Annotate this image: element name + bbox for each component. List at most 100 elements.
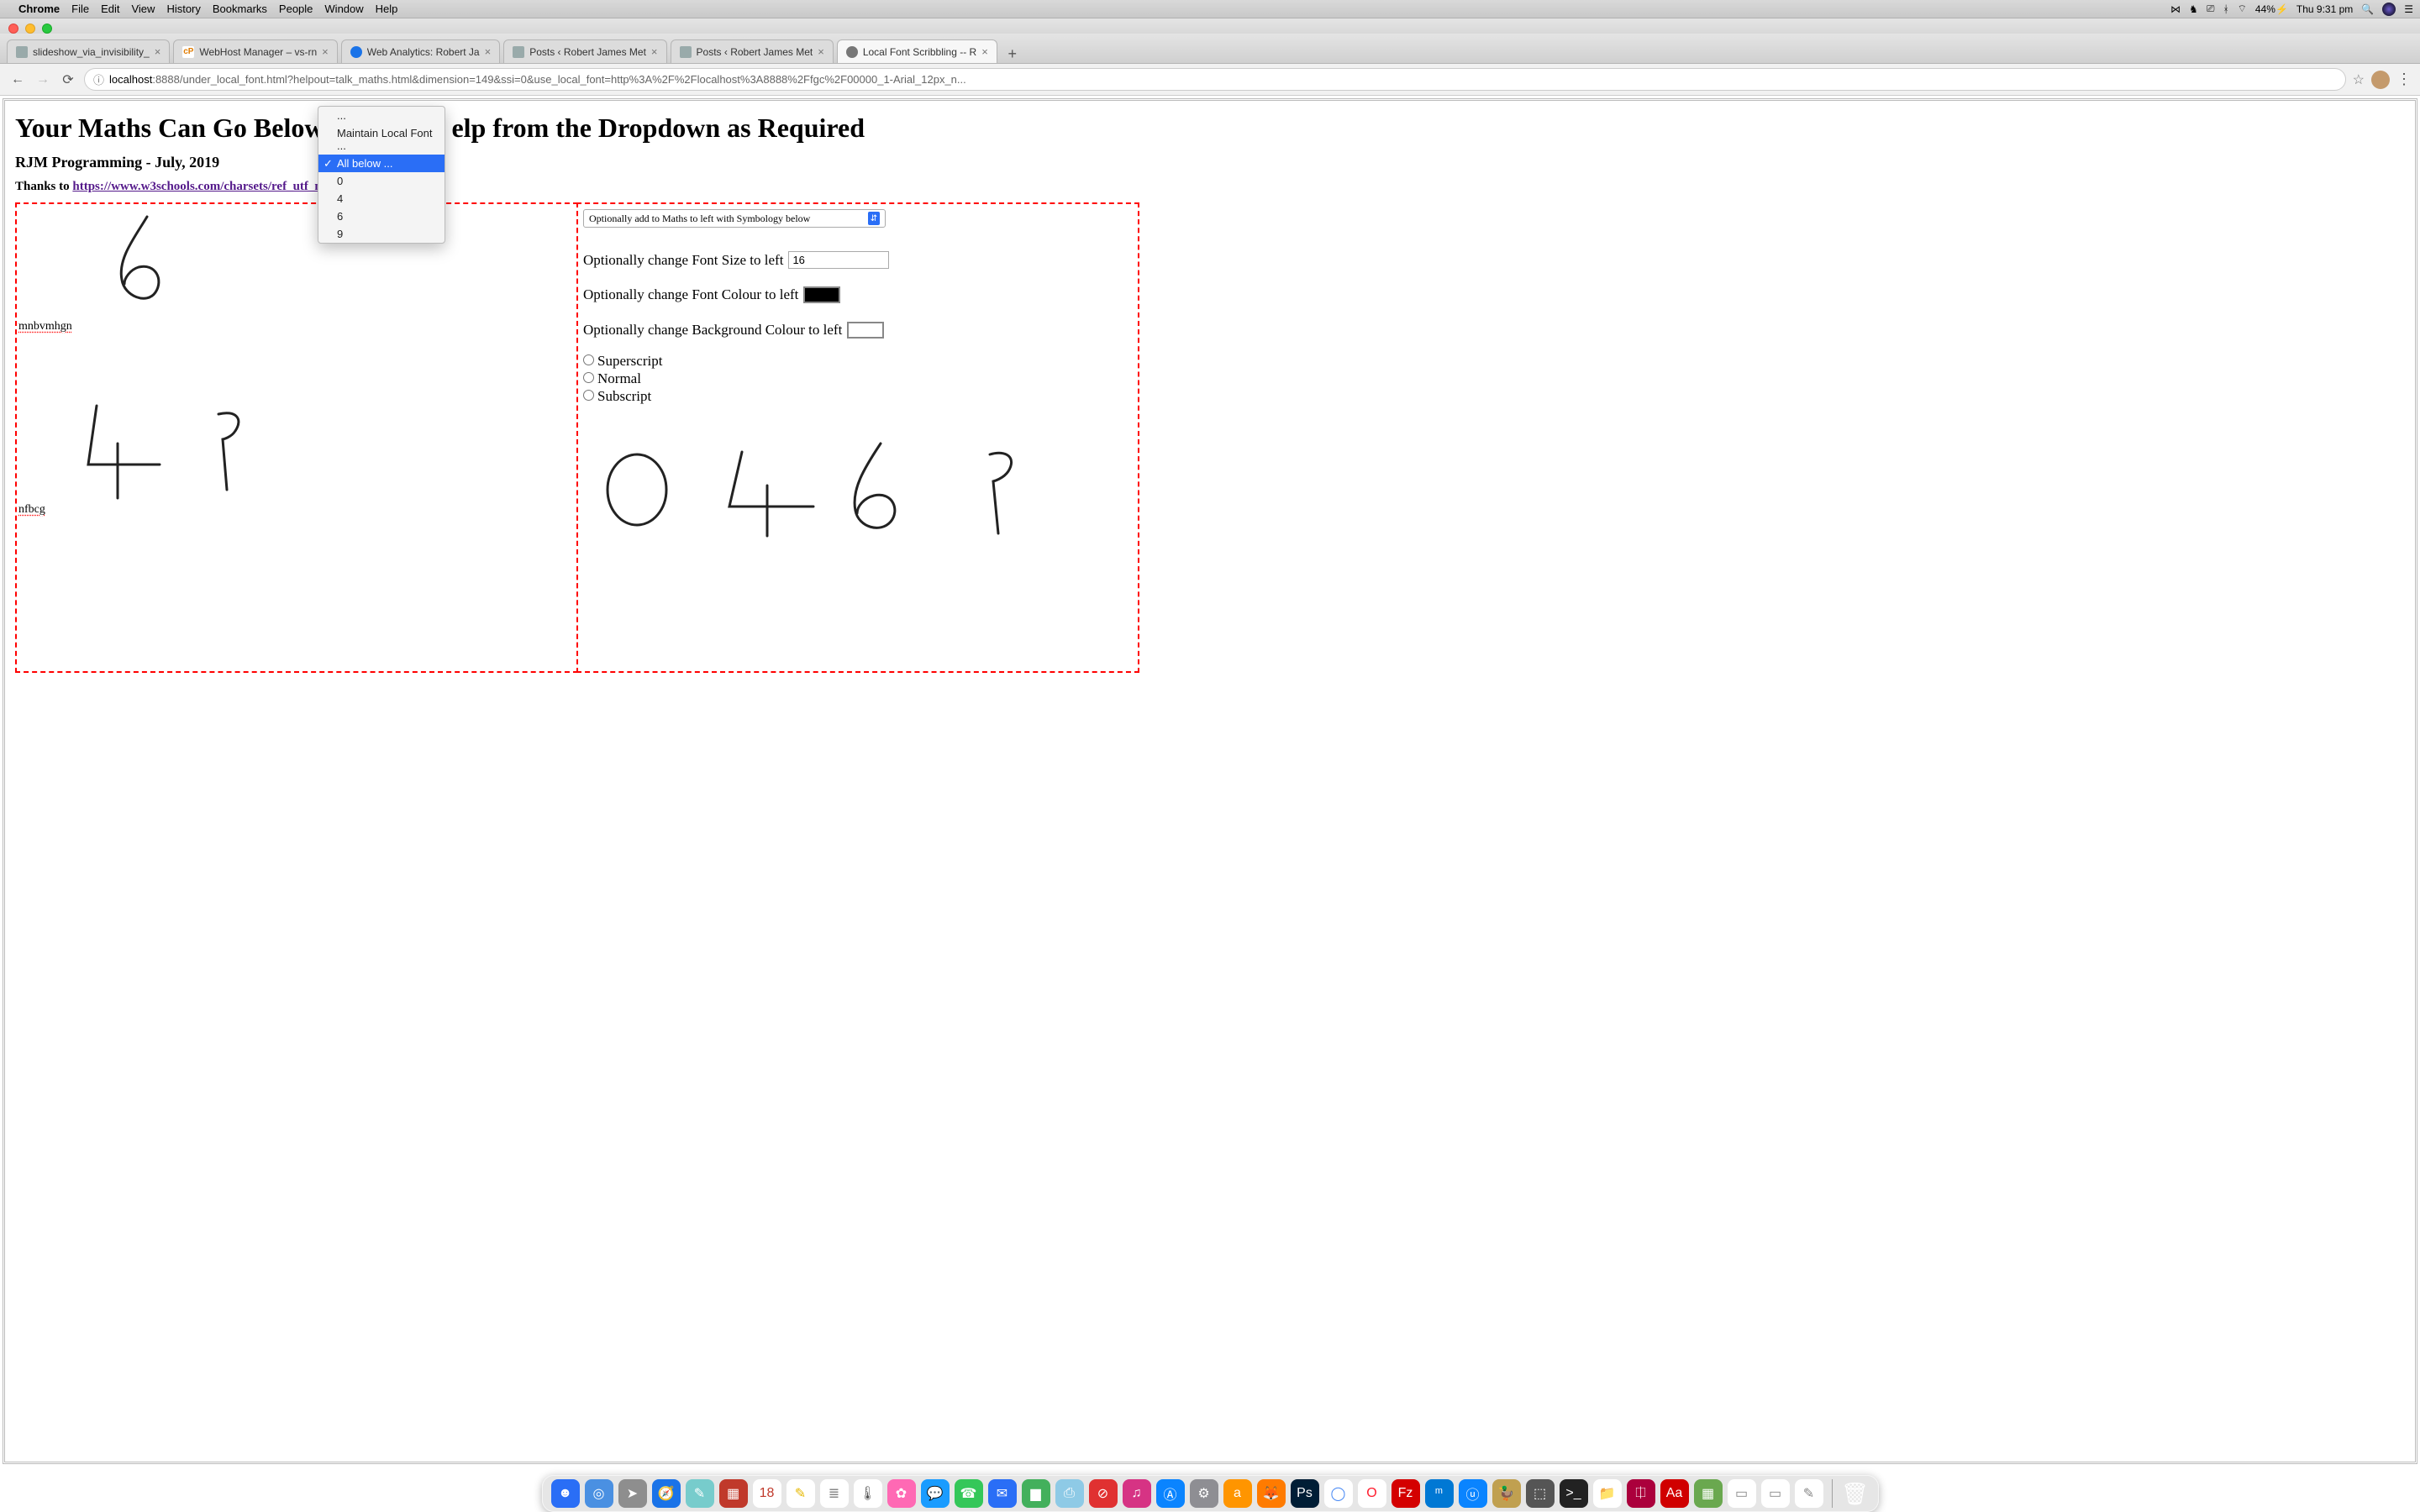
reload-button[interactable]: ⟳	[59, 71, 77, 88]
airplay-icon[interactable]: ⎚	[2207, 3, 2215, 15]
dock-app[interactable]: 📁	[1593, 1479, 1622, 1508]
symbology-select[interactable]: Optionally add to Maths to left with Sym…	[583, 209, 886, 228]
dock-app[interactable]: ◎	[585, 1479, 613, 1508]
dock-app[interactable]: ☎	[955, 1479, 983, 1508]
tab-close-icon[interactable]: ×	[322, 45, 329, 58]
dock-app[interactable]: ➤	[618, 1479, 647, 1508]
dock-app[interactable]: Ps	[1291, 1479, 1319, 1508]
dock-app[interactable]: ⎅	[1627, 1479, 1655, 1508]
dock-app[interactable]: ✎	[686, 1479, 714, 1508]
back-button[interactable]: ←	[8, 72, 27, 87]
tab-close-icon[interactable]: ×	[485, 45, 492, 58]
dock-app[interactable]: >_	[1560, 1479, 1588, 1508]
profile-avatar[interactable]	[2371, 71, 2390, 89]
address-bar[interactable]: ⓘ localhost:8888/under_local_font.html?h…	[84, 68, 2346, 91]
fontsize-input[interactable]	[788, 251, 889, 269]
dock-app[interactable]: ▦	[719, 1479, 748, 1508]
dock-app[interactable]: 🦊	[1257, 1479, 1286, 1508]
dock-app[interactable]: ≣	[820, 1479, 849, 1508]
new-tab-button[interactable]: +	[1001, 45, 1024, 63]
minimize-window[interactable]	[25, 24, 35, 34]
fontcolor-swatch[interactable]	[803, 286, 840, 303]
tab[interactable]: cP WebHost Manager – vs-rn ×	[173, 39, 337, 63]
dock-app[interactable]: ▆	[1022, 1479, 1050, 1508]
dock-app[interactable]: 🧭	[652, 1479, 681, 1508]
dock-app[interactable]: 💬	[921, 1479, 950, 1508]
dropdown-option[interactable]: 4	[318, 190, 445, 207]
dock-app[interactable]: ▭	[1728, 1479, 1756, 1508]
dock-app[interactable]: 18	[753, 1479, 781, 1508]
dropdown-option-selected[interactable]: All below ...	[318, 155, 445, 172]
tab-close-icon[interactable]: ×	[651, 45, 658, 58]
wifi-icon[interactable]: ⌔	[2238, 3, 2247, 15]
dock-app[interactable]: Aa	[1660, 1479, 1689, 1508]
menu-history[interactable]: History	[166, 3, 200, 15]
dropdown-option[interactable]: Maintain Local Font ...	[318, 124, 445, 155]
dock-app[interactable]: ▦	[1694, 1479, 1723, 1508]
dock-app[interactable]: ▭	[1761, 1479, 1790, 1508]
bgcolor-swatch[interactable]	[847, 322, 884, 339]
clock[interactable]: Thu 9:31 pm	[2296, 3, 2353, 15]
menubar-icon[interactable]: ⋈	[2170, 3, 2181, 15]
dock-app[interactable]: Fz	[1392, 1479, 1420, 1508]
tab-close-icon[interactable]: ×	[981, 45, 988, 58]
forward-button[interactable]: →	[34, 72, 52, 87]
dock-app[interactable]: ☻	[551, 1479, 580, 1508]
dock-app[interactable]: ♫	[1123, 1479, 1151, 1508]
dropdown-option[interactable]: ...	[318, 107, 445, 124]
maximize-window[interactable]	[42, 24, 52, 34]
siri-icon[interactable]	[2382, 3, 2396, 16]
radio-normal[interactable]: Normal	[583, 370, 662, 387]
dropdown-option[interactable]: 9	[318, 225, 445, 243]
close-window[interactable]	[8, 24, 18, 34]
spotlight-icon[interactable]: 🔍	[2361, 3, 2374, 15]
menu-help[interactable]: Help	[376, 3, 398, 15]
chrome-menu-icon[interactable]: ⋮	[2396, 71, 2412, 88]
tab-close-icon[interactable]: ×	[155, 45, 161, 58]
tab[interactable]: slideshow_via_invisibility_ ×	[7, 39, 170, 63]
site-info-icon[interactable]: ⓘ	[93, 71, 104, 87]
dock-app[interactable]: ⚙	[1190, 1479, 1218, 1508]
tab-active[interactable]: Local Font Scribbling -- R ×	[837, 39, 997, 63]
dock-app[interactable]: 🦆	[1492, 1479, 1521, 1508]
dock-app[interactable]: ⓤ	[1459, 1479, 1487, 1508]
dock-app[interactable]: ⬚	[1526, 1479, 1555, 1508]
tab-title: slideshow_via_invisibility_	[33, 46, 150, 58]
notifications-icon[interactable]: ☰	[2404, 3, 2413, 15]
dock-app[interactable]: Ⓐ	[1156, 1479, 1185, 1508]
dock-app[interactable]: ✿	[887, 1479, 916, 1508]
bluetooth-icon[interactable]: ᚼ	[2223, 3, 2228, 15]
dropdown-option[interactable]: 0	[318, 172, 445, 190]
menu-people[interactable]: People	[279, 3, 313, 15]
tab[interactable]: Posts ‹ Robert James Met ×	[503, 39, 666, 63]
tab-close-icon[interactable]: ×	[818, 45, 824, 58]
dock-app[interactable]: ✎	[786, 1479, 815, 1508]
trash-icon[interactable]: 🗑	[1841, 1479, 1870, 1508]
menu-view[interactable]: View	[131, 3, 155, 15]
dock-app[interactable]: ✎	[1795, 1479, 1823, 1508]
dock-app[interactable]: 🌡	[854, 1479, 882, 1508]
battery-status[interactable]: 44% ⚡	[2255, 3, 2288, 15]
menu-edit[interactable]: Edit	[101, 3, 119, 15]
avast-icon[interactable]: ♞	[2189, 3, 2198, 15]
dock-app[interactable]: ⊘	[1089, 1479, 1118, 1508]
dock-app[interactable]: ⎙	[1055, 1479, 1084, 1508]
maths-canvas[interactable]: mnbvmhgn nfbcg	[15, 202, 578, 673]
dock-app[interactable]: a	[1223, 1479, 1252, 1508]
bookmark-star-icon[interactable]: ☆	[2353, 71, 2365, 88]
dropdown-option[interactable]: 6	[318, 207, 445, 225]
dock-app[interactable]: ᵐ	[1425, 1479, 1454, 1508]
menu-app[interactable]: Chrome	[18, 3, 60, 15]
dock-app[interactable]: ◯	[1324, 1479, 1353, 1508]
tab[interactable]: Web Analytics: Robert Ja ×	[341, 39, 500, 63]
menu-file[interactable]: File	[71, 3, 89, 15]
tab[interactable]: Posts ‹ Robert James Met ×	[671, 39, 834, 63]
menu-bookmarks[interactable]: Bookmarks	[213, 3, 267, 15]
dock-app[interactable]: O	[1358, 1479, 1386, 1508]
dock-app[interactable]: ✉	[988, 1479, 1017, 1508]
dock: ☻◎➤🧭✎▦18✎≣🌡✿💬☎✉▆⎙⊘♫Ⓐ⚙a🦊Ps◯OFzᵐⓤ🦆⬚>_📁⎅Aa▦…	[0, 1467, 2420, 1512]
menu-window[interactable]: Window	[324, 3, 363, 15]
radio-subscript[interactable]: Subscript	[583, 388, 662, 405]
font-dropdown[interactable]: ... Maintain Local Font ... All below ..…	[318, 106, 445, 244]
radio-superscript[interactable]: Superscript	[583, 353, 662, 370]
